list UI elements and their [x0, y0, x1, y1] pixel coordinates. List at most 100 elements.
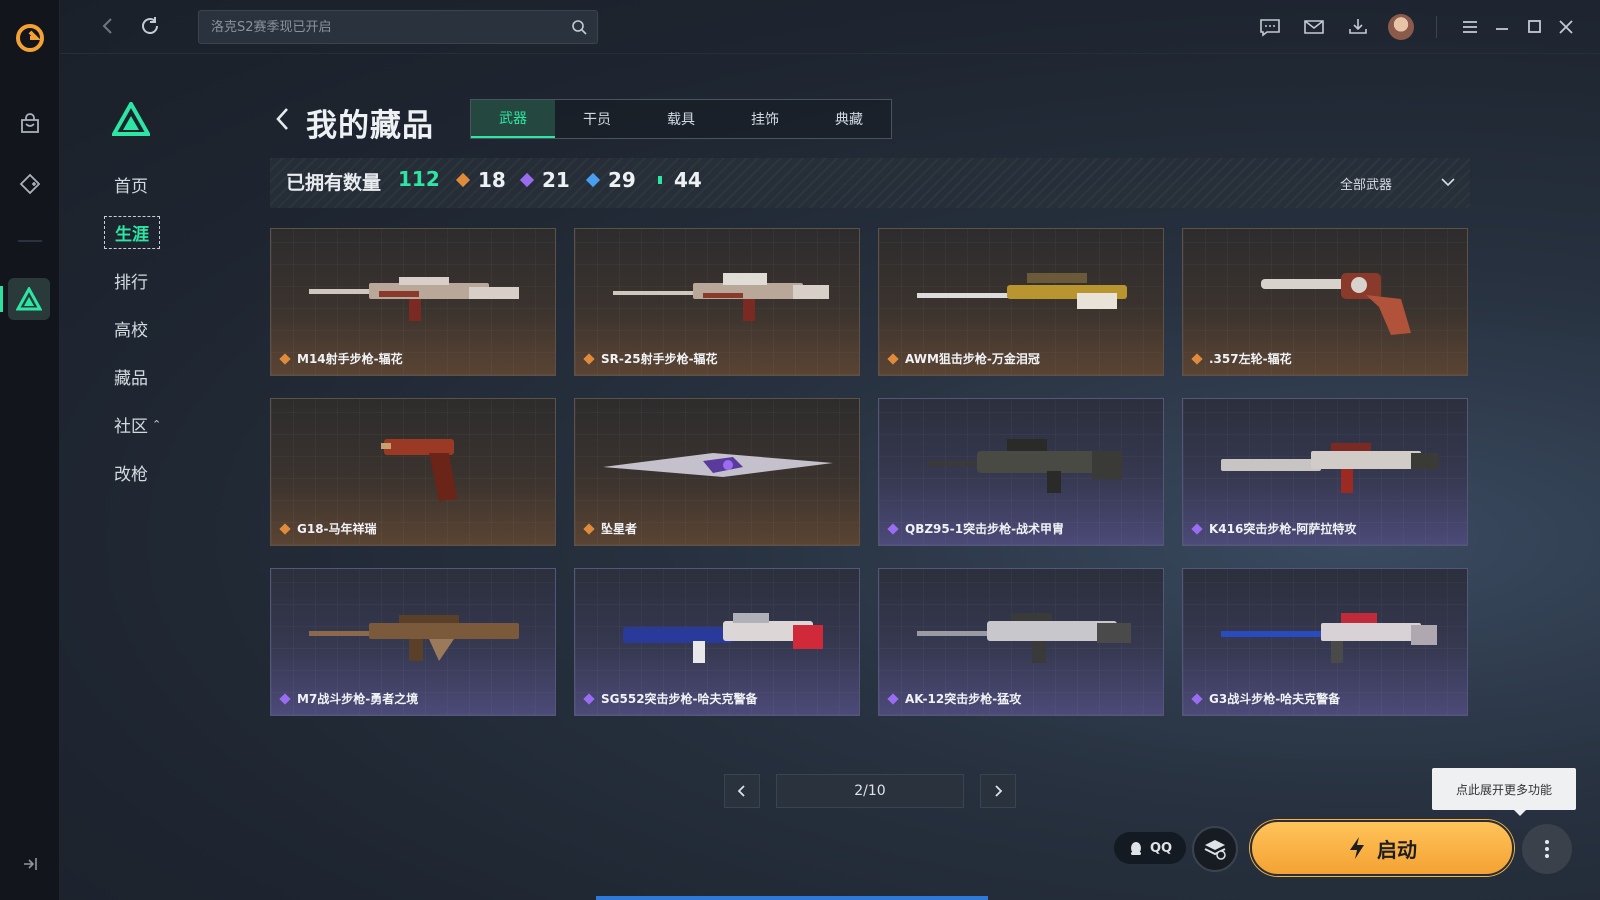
- sniper-rifle-icon: [917, 273, 1127, 309]
- gold-diamond-icon: [1191, 352, 1203, 365]
- purple-diamond-icon: [1191, 522, 1203, 535]
- weapon-card[interactable]: .357左轮-辐花: [1182, 228, 1468, 376]
- tab-weapons[interactable]: 武器: [471, 100, 555, 138]
- weapon-filter-select[interactable]: 全部武器: [1340, 174, 1392, 193]
- download-icon[interactable]: [1346, 15, 1370, 39]
- minimize-icon[interactable]: [1490, 15, 1514, 39]
- more-options-button[interactable]: [1522, 824, 1572, 874]
- close-icon[interactable]: [1554, 15, 1578, 39]
- weapon-card[interactable]: SG552突击步枪-哈夫克警备: [574, 568, 860, 716]
- tier-blue-count: 29: [585, 168, 636, 192]
- menu-icon[interactable]: [1458, 15, 1482, 39]
- sidebar-item-label: 高校: [114, 320, 148, 341]
- sidebar-item-community[interactable]: 社区 ⌃: [102, 400, 222, 448]
- weapon-name: AWM狙击步枪-万金泪冠: [887, 350, 1040, 367]
- purple-diamond-icon: [279, 692, 291, 705]
- weapon-name: SG552突击步枪-哈夫克警备: [583, 690, 758, 707]
- qq-label: QQ: [1149, 840, 1173, 856]
- gold-diamond-icon: [887, 352, 899, 365]
- tier-purple-count: 21: [519, 168, 570, 192]
- sidebar-item-label: 首页: [114, 176, 148, 197]
- sidebar-item-home[interactable]: 首页: [102, 160, 222, 208]
- qq-login-button[interactable]: QQ: [1114, 832, 1186, 864]
- sidebar-item-campus[interactable]: 高校: [102, 304, 222, 352]
- sidebar-item-label: 社区: [114, 416, 148, 437]
- tab-charms[interactable]: 挂饰: [723, 100, 807, 138]
- rifle-icon: [1221, 443, 1439, 493]
- sidebar-item-ranking[interactable]: 排行: [102, 256, 222, 304]
- weapon-name: K416突击步枪-阿萨拉特攻: [1191, 520, 1356, 537]
- nav-back-icon[interactable]: [96, 14, 120, 38]
- game-library-icon[interactable]: [14, 168, 46, 200]
- page-title: 我的藏品: [306, 108, 434, 144]
- category-tabs: 武器 干员 载具 挂饰 典藏: [470, 99, 892, 139]
- next-page-button[interactable]: [980, 774, 1016, 808]
- sidebar-item-gunsmith[interactable]: 改枪: [102, 448, 222, 496]
- weapon-card[interactable]: AK-12突击步枪-猛攻: [878, 568, 1164, 716]
- weapon-card[interactable]: G18-马年祥瑞: [270, 398, 556, 546]
- search-input[interactable]: [211, 11, 551, 43]
- avatar[interactable]: [1388, 14, 1414, 40]
- weapon-card[interactable]: SR-25射手步枪-辐花: [574, 228, 860, 376]
- rifle-icon: [309, 277, 519, 321]
- sidebar-item-collection[interactable]: 藏品: [102, 352, 222, 400]
- purple-diamond-icon: [887, 522, 899, 535]
- download-progress-strip: [596, 896, 988, 900]
- owned-label: 已拥有数量: [286, 172, 382, 194]
- maximize-icon[interactable]: [1522, 15, 1546, 39]
- pistol-icon: [381, 439, 457, 501]
- weapon-card[interactable]: 坠星者: [574, 398, 860, 546]
- owned-count: 112: [398, 167, 440, 191]
- gold-diamond-icon: [583, 352, 595, 365]
- weapon-name: G3战斗步枪-哈夫克警备: [1191, 690, 1340, 707]
- knife-icon: [603, 453, 833, 477]
- purple-diamond-icon: [1191, 692, 1203, 705]
- mail-icon[interactable]: [1302, 15, 1326, 39]
- lightning-icon: [1350, 837, 1364, 859]
- collapse-rail-icon[interactable]: [20, 854, 40, 874]
- weapon-card[interactable]: QBZ95-1突击步枪-战术甲胄: [878, 398, 1164, 546]
- tab-operators[interactable]: 干员: [555, 100, 639, 138]
- rifle-icon: [927, 439, 1122, 493]
- page-indicator: 2/10: [776, 774, 964, 808]
- weapon-name: QBZ95-1突击步枪-战术甲胄: [887, 520, 1064, 537]
- launch-button[interactable]: 启动: [1250, 820, 1514, 876]
- gold-diamond-icon: [455, 172, 471, 188]
- sidebar-item-label: 改枪: [114, 464, 148, 485]
- weapon-card[interactable]: M7战斗步枪-勇者之境: [270, 568, 556, 716]
- weapon-card[interactable]: K416突击步枪-阿萨拉特攻: [1182, 398, 1468, 546]
- chevron-left-icon: [737, 785, 745, 797]
- weapon-name: M14射手步枪-辐花: [279, 350, 403, 367]
- gold-diamond-icon: [583, 522, 595, 535]
- weapon-card[interactable]: G3战斗步枪-哈夫克警备: [1182, 568, 1468, 716]
- tab-vehicles[interactable]: 载具: [639, 100, 723, 138]
- chevron-down-icon[interactable]: [1438, 172, 1458, 192]
- delta-force-app-icon[interactable]: [8, 278, 50, 320]
- weapon-name: G18-马年祥瑞: [279, 520, 377, 537]
- weapon-card[interactable]: AWM狙击步枪-万金泪冠: [878, 228, 1164, 376]
- app-logo-icon[interactable]: [14, 22, 46, 54]
- weapon-name: .357左轮-辐花: [1191, 350, 1292, 367]
- prev-page-button[interactable]: [724, 774, 760, 808]
- weapon-card[interactable]: M14射手步枪-辐花: [270, 228, 556, 376]
- revolver-icon: [1261, 273, 1411, 335]
- collection-summary: 已拥有数量 112 18 21 29 44 全部武器: [270, 158, 1470, 208]
- chat-icon[interactable]: [1258, 15, 1282, 39]
- refresh-icon[interactable]: [138, 14, 162, 38]
- purple-diamond-icon: [887, 692, 899, 705]
- page-back-icon[interactable]: [272, 104, 294, 134]
- rifle-icon: [1221, 613, 1437, 663]
- sidebar-item-career[interactable]: 生涯: [102, 208, 222, 256]
- sidebar-item-label: 藏品: [114, 368, 148, 389]
- rifle-icon: [613, 273, 829, 321]
- side-nav: 首页 生涯 排行 高校 藏品 社区 ⌃ 改枪: [102, 160, 222, 496]
- search-icon[interactable]: [571, 19, 587, 35]
- store-icon[interactable]: [14, 108, 46, 140]
- purple-diamond-icon: [519, 172, 535, 188]
- tab-collectibles[interactable]: 典藏: [807, 100, 891, 138]
- active-indicator: [0, 286, 3, 312]
- search-box[interactable]: [198, 10, 598, 44]
- game-settings-button[interactable]: [1192, 826, 1238, 872]
- chevron-right-icon: [995, 785, 1003, 797]
- rifle-icon: [309, 615, 519, 661]
